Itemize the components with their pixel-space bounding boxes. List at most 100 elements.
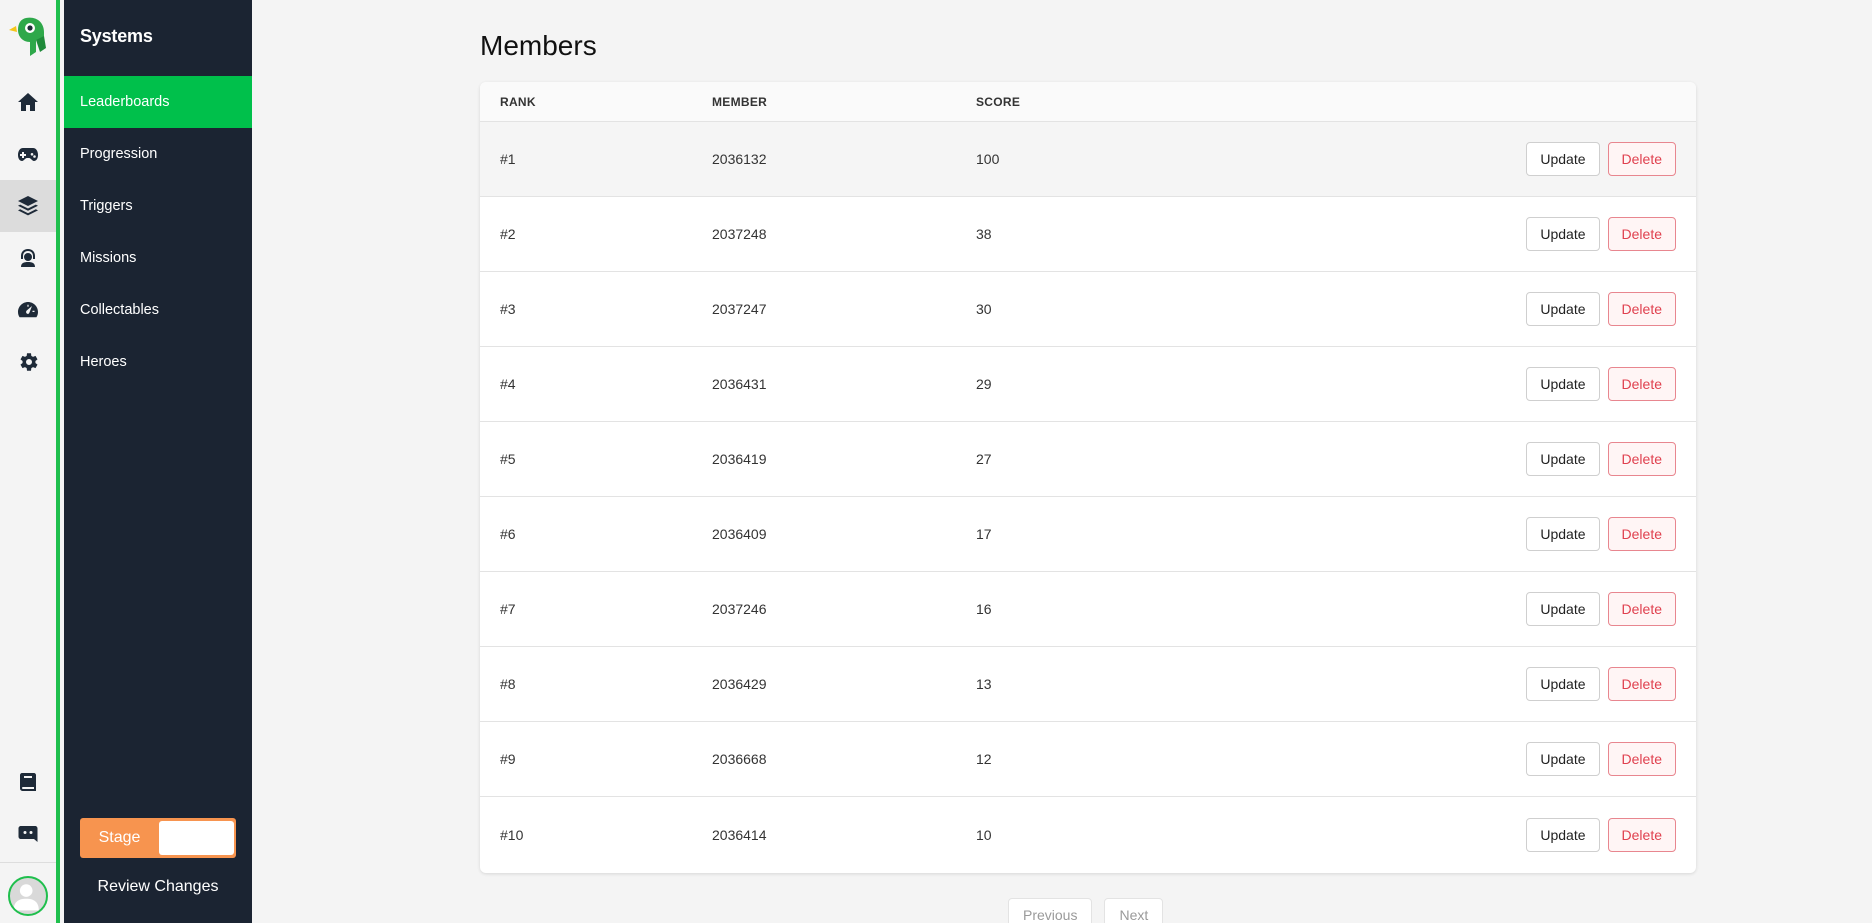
main-content: Members RANK MEMBER SCORE #1 2036132 100 Up… bbox=[252, 0, 1872, 923]
delete-button[interactable]: Delete bbox=[1607, 292, 1676, 326]
delete-button[interactable]: Delete bbox=[1607, 142, 1676, 176]
sidebar-item-leaderboards[interactable]: Leaderboards bbox=[64, 76, 252, 128]
rank-cell: #9 bbox=[500, 751, 516, 767]
row-actions: Update Delete bbox=[1526, 442, 1676, 476]
speedometer-icon[interactable] bbox=[0, 284, 56, 336]
rank-cell: #7 bbox=[500, 601, 516, 617]
update-button[interactable]: Update bbox=[1526, 292, 1600, 326]
sidebar-item-heroes[interactable]: Heroes bbox=[64, 336, 252, 388]
update-button[interactable]: Update bbox=[1526, 817, 1600, 852]
rank-cell: #3 bbox=[500, 301, 516, 317]
member-cell: 2036414 bbox=[712, 826, 767, 843]
score-cell: 27 bbox=[976, 451, 992, 467]
row-actions: Update Delete bbox=[1526, 217, 1676, 251]
review-changes-link[interactable]: Review Changes bbox=[64, 878, 252, 896]
sidebar-item-missions[interactable]: Missions bbox=[64, 232, 252, 284]
delete-button[interactable]: Delete bbox=[1607, 592, 1676, 626]
member-cell: 2037248 bbox=[712, 226, 767, 242]
table-row: #5 2036419 27 Update Delete bbox=[480, 422, 1696, 497]
table-row: #2 2037248 38 Update Delete bbox=[480, 197, 1696, 272]
rank-cell: #1 bbox=[500, 151, 516, 167]
sidebar-item-triggers[interactable]: Triggers bbox=[64, 180, 252, 232]
pagination: Previous Next bbox=[1008, 898, 1164, 923]
delete-button[interactable]: Delete bbox=[1607, 817, 1676, 852]
update-button[interactable]: Update bbox=[1526, 517, 1600, 551]
layers-icon[interactable] bbox=[0, 180, 56, 232]
previous-button[interactable]: Previous bbox=[1008, 898, 1093, 923]
table-header: RANK MEMBER SCORE bbox=[480, 82, 1696, 122]
member-cell: 2036429 bbox=[712, 676, 767, 692]
row-actions: Update Delete bbox=[1526, 292, 1676, 326]
update-button[interactable]: Update bbox=[1526, 142, 1600, 176]
stage-toggle-label: Stage bbox=[98, 829, 141, 846]
score-cell: 29 bbox=[976, 376, 992, 392]
rail-divider bbox=[0, 862, 56, 863]
row-actions: Update Delete bbox=[1526, 667, 1676, 701]
rank-cell: #10 bbox=[500, 826, 524, 843]
table-row: #7 2037246 16 Update Delete bbox=[480, 572, 1696, 647]
score-cell: 100 bbox=[976, 151, 1000, 167]
update-button[interactable]: Update bbox=[1526, 742, 1600, 776]
page-title: Members bbox=[480, 30, 597, 61]
update-button[interactable]: Update bbox=[1526, 367, 1600, 401]
member-cell: 2036431 bbox=[712, 376, 767, 392]
parrot-logo-icon[interactable] bbox=[6, 12, 54, 60]
row-actions: Update Delete bbox=[1526, 367, 1676, 401]
table-row: #9 2036668 12 Update Delete bbox=[480, 722, 1696, 797]
stage-toggle-knob bbox=[158, 821, 234, 855]
delete-button[interactable]: Delete bbox=[1607, 442, 1676, 476]
rank-cell: #8 bbox=[500, 676, 516, 692]
column-header-score: SCORE bbox=[976, 94, 1021, 109]
table-body: #1 2036132 100 Update Delete #2 2037248 38 Updat… bbox=[480, 122, 1696, 872]
member-cell: 2037246 bbox=[712, 601, 767, 617]
score-cell: 16 bbox=[976, 601, 992, 617]
book-icon[interactable] bbox=[0, 756, 56, 808]
update-button[interactable]: Update bbox=[1526, 442, 1600, 476]
sidebar-title: Systems bbox=[80, 26, 153, 46]
delete-button[interactable]: Delete bbox=[1607, 667, 1676, 701]
row-actions: Update Delete bbox=[1526, 142, 1676, 176]
row-actions: Update Delete bbox=[1526, 517, 1676, 551]
table-row: #1 2036132 100 Update Delete bbox=[480, 122, 1696, 197]
members-table: RANK MEMBER SCORE #1 2036132 100 Update Dele… bbox=[480, 82, 1696, 873]
member-cell: 2036668 bbox=[712, 751, 767, 767]
gamepad-icon[interactable] bbox=[0, 128, 56, 180]
member-cell: 2037247 bbox=[712, 301, 767, 317]
update-button[interactable]: Update bbox=[1526, 592, 1600, 626]
delete-button[interactable]: Delete bbox=[1607, 742, 1676, 776]
delete-button[interactable]: Delete bbox=[1607, 217, 1676, 251]
table-row: #3 2037247 30 Update Delete bbox=[480, 272, 1696, 347]
next-button[interactable]: Next bbox=[1104, 898, 1164, 923]
table-row: #10 2036414 10 Update Delete bbox=[480, 797, 1696, 872]
systems-sidebar: Systems Leaderboards Progression Trigger… bbox=[64, 0, 252, 923]
table-row: #8 2036429 13 Update Delete bbox=[480, 647, 1696, 722]
gear-icon[interactable] bbox=[0, 336, 56, 388]
member-cell: 2036419 bbox=[712, 451, 767, 467]
rank-cell: #5 bbox=[500, 451, 516, 467]
sidebar-item-collectables[interactable]: Collectables bbox=[64, 284, 252, 336]
rank-cell: #4 bbox=[500, 376, 516, 392]
avatar[interactable] bbox=[8, 876, 48, 916]
stage-toggle[interactable]: Stage bbox=[80, 818, 236, 858]
score-cell: 38 bbox=[976, 226, 992, 242]
rank-cell: #2 bbox=[500, 226, 516, 242]
icon-rail bbox=[0, 0, 60, 923]
row-actions: Update Delete bbox=[1526, 592, 1676, 626]
app-root: Systems Leaderboards Progression Trigger… bbox=[0, 0, 1872, 923]
table-row: #4 2036431 29 Update Delete bbox=[480, 347, 1696, 422]
member-cell: 2036409 bbox=[712, 526, 767, 542]
row-actions: Update Delete bbox=[1526, 817, 1676, 852]
delete-button[interactable]: Delete bbox=[1607, 517, 1676, 551]
update-button[interactable]: Update bbox=[1526, 667, 1600, 701]
member-cell: 2036132 bbox=[712, 151, 767, 167]
table-row: #6 2036409 17 Update Delete bbox=[480, 497, 1696, 572]
home-icon[interactable] bbox=[0, 76, 56, 128]
score-cell: 17 bbox=[976, 526, 992, 542]
column-header-rank: RANK bbox=[500, 94, 536, 109]
sidebar-item-progression[interactable]: Progression bbox=[64, 128, 252, 180]
support-agent-icon[interactable] bbox=[0, 232, 56, 284]
update-button[interactable]: Update bbox=[1526, 217, 1600, 251]
discord-icon[interactable] bbox=[0, 808, 56, 860]
rank-cell: #6 bbox=[500, 526, 516, 542]
delete-button[interactable]: Delete bbox=[1607, 367, 1676, 401]
